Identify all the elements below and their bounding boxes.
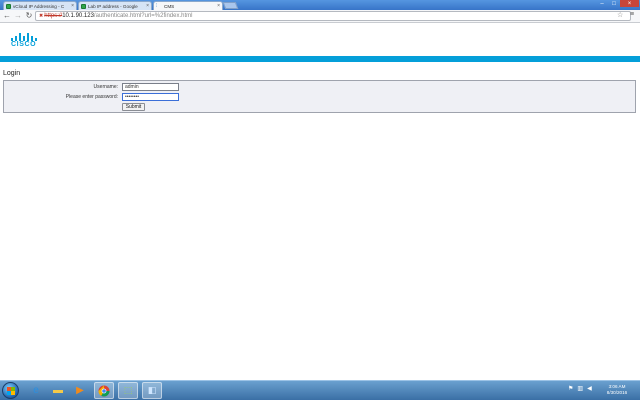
bookmark-star-icon[interactable]: ☆	[617, 11, 623, 19]
windows-taskbar: e ▬ ▶ ⬚ ◧ ⚑ ▥ ◀ 3:06 AM 8/30/2016	[0, 380, 640, 400]
close-icon[interactable]: ×	[217, 3, 220, 9]
minimize-icon[interactable]: –	[596, 0, 608, 7]
password-field[interactable]	[122, 93, 179, 101]
new-tab-button[interactable]	[222, 2, 239, 9]
network-icon[interactable]: ▥	[577, 385, 583, 392]
media-player-icon[interactable]: ▶	[70, 382, 90, 399]
tab-lab-ip-address[interactable]: Lab IP address - Google ×	[78, 1, 152, 10]
windows-logo-icon	[7, 387, 15, 395]
window-close-icon[interactable]: ×	[620, 0, 639, 7]
chrome-icon[interactable]	[94, 382, 114, 399]
maximize-icon[interactable]: □	[608, 0, 620, 7]
chrome-logo-icon	[98, 385, 110, 396]
tab-title: CMS	[164, 3, 175, 9]
back-arrow-icon[interactable]: ←	[2, 11, 12, 21]
submit-button[interactable]: Submit	[122, 103, 145, 111]
start-button[interactable]	[2, 382, 19, 399]
reload-icon[interactable]: ↻	[24, 11, 34, 21]
flag-icon[interactable]: ⚑	[568, 385, 573, 392]
system-tray: ⚑ ▥ ◀	[568, 385, 592, 392]
close-icon[interactable]: ×	[71, 3, 74, 9]
folder-icon[interactable]: ▬	[48, 382, 68, 399]
menu-icon[interactable]: ≡	[630, 11, 634, 18]
address-bar[interactable]: ✖https://10.1.90.123/authenticate.html?u…	[35, 11, 631, 21]
app-icon[interactable]: ◧	[142, 382, 162, 399]
cisco-logo: CISCO	[10, 32, 42, 48]
cisco-bridge-icon	[10, 32, 40, 41]
username-label: Username:	[93, 84, 118, 90]
volume-icon[interactable]: ◀	[587, 385, 592, 392]
close-icon[interactable]: ×	[146, 3, 149, 9]
clock[interactable]: 3:06 AM 8/30/2016	[598, 384, 636, 396]
cisco-icon: ⫶	[156, 2, 158, 9]
url-protocol: https://	[44, 13, 63, 19]
tab-vcloud-ip-addressing[interactable]: vCloud IP Addressing - C ×	[3, 1, 77, 10]
url-path: /authenticate.html?url=%2findex.html	[93, 13, 193, 19]
username-field[interactable]	[122, 83, 179, 91]
page-title: Login	[3, 70, 21, 77]
forward-arrow-icon[interactable]: →	[13, 11, 23, 21]
green-page-icon	[81, 3, 86, 9]
broken-lock-icon[interactable]: ✖	[39, 13, 43, 19]
vsphere-icon[interactable]: ⬚	[118, 382, 138, 399]
tab-title: Lab IP address - Google	[88, 3, 138, 9]
clock-date: 8/30/2016	[606, 390, 628, 395]
ie-icon[interactable]: e	[26, 382, 46, 399]
logo-wordmark: CISCO	[11, 41, 37, 48]
tab-cms[interactable]: ⫶ CMS ×	[153, 1, 223, 10]
browser-tab-strip: vCloud IP Addressing - C × Lab IP addres…	[0, 0, 640, 10]
tab-title: vCloud IP Addressing - C	[13, 3, 65, 9]
green-page-icon	[6, 3, 11, 9]
password-label: Please enter password:	[65, 94, 118, 100]
url-host: 10.1.90.123	[62, 13, 94, 19]
browser-toolbar: ← → ↻ ✖https://10.1.90.123/authenticate.…	[0, 10, 640, 23]
header-bar	[0, 56, 640, 62]
